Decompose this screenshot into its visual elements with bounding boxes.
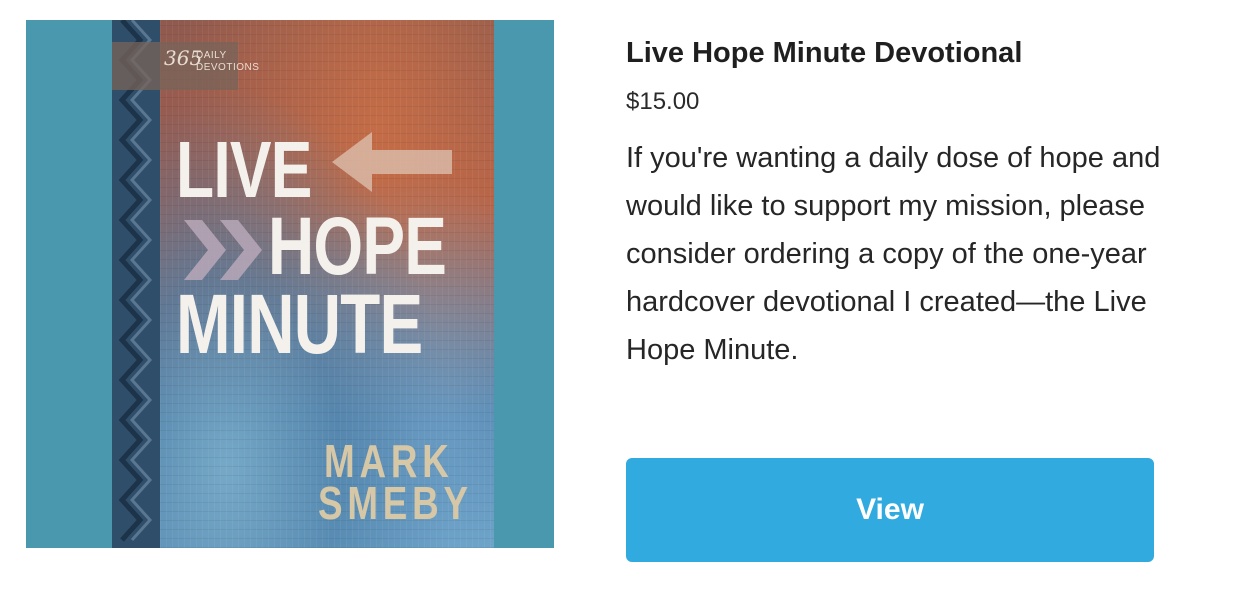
cover-title-line2: HOPE bbox=[268, 201, 447, 292]
book-cover: 365 DAILY DEVOTIONS LIVE HOPE MINUTE MAR… bbox=[112, 20, 494, 548]
cover-title-line3: MINUTE bbox=[176, 277, 423, 371]
product-title: Live Hope Minute Devotional bbox=[626, 37, 1023, 69]
cover-badge-line1: DAILY bbox=[196, 50, 227, 61]
product-card: 365 DAILY DEVOTIONS LIVE HOPE MINUTE MAR… bbox=[0, 0, 1260, 606]
cover-badge-text: DAILY DEVOTIONS bbox=[196, 50, 259, 74]
product-description: If you're wanting a daily dose of hope a… bbox=[626, 142, 1161, 366]
cover-author-last: SMEBY bbox=[318, 477, 473, 529]
arrow-left-icon bbox=[332, 132, 452, 192]
cover-title-line1: LIVE bbox=[176, 125, 312, 214]
view-button[interactable]: View bbox=[626, 458, 1154, 562]
product-image[interactable]: 365 DAILY DEVOTIONS LIVE HOPE MINUTE MAR… bbox=[26, 20, 554, 548]
double-chevron-right-icon bbox=[184, 220, 262, 280]
chevron-pattern-icon bbox=[118, 20, 153, 542]
cover-badge-line2: DEVOTIONS bbox=[196, 62, 260, 73]
product-price: $15.00 bbox=[626, 88, 700, 115]
